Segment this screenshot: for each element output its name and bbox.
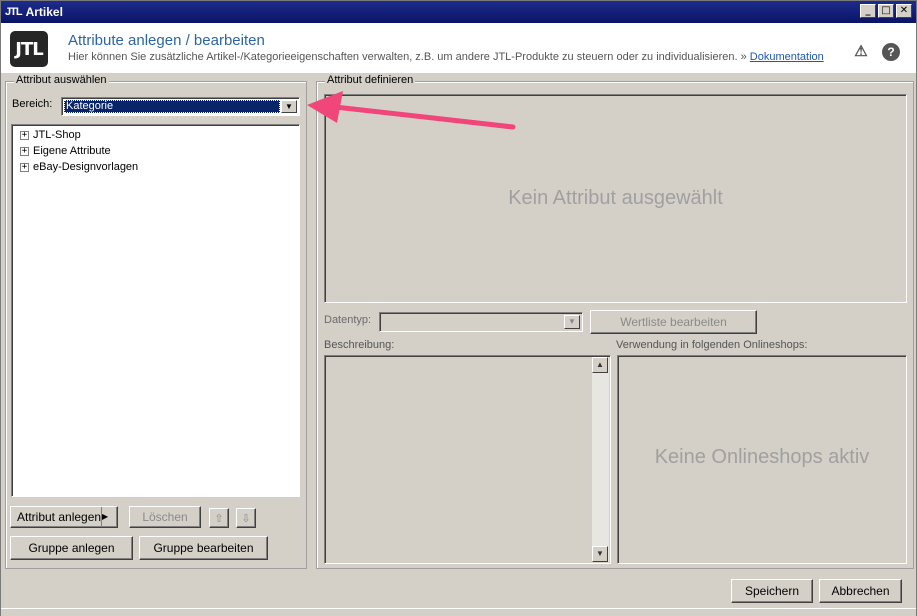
shops-label: Verwendung in folgenden Onlineshops: [616,339,808,351]
warning-icon[interactable]: ⚠ [852,43,870,61]
scroll-down-icon[interactable]: ▼ [592,546,608,562]
subtitle-text: Hier können Sie zusätzliche Artikel-/Kat… [68,51,747,63]
expand-icon[interactable]: + [20,146,29,156]
dropdown-arrow-icon[interactable]: ▶ [101,507,117,527]
shops-empty-text: Keine Onlineshops aktiv [654,446,870,468]
page-title: Attribute anlegen / bearbeiten [68,32,265,49]
move-up-button[interactable]: ⇧ [209,508,229,528]
maximize-button[interactable]: □ [878,4,894,18]
tree-item-label: eBay-Designvorlagen [33,161,139,173]
shops-list[interactable]: Keine Onlineshops aktiv [617,355,907,564]
datatype-label: Datentyp: [324,314,372,326]
description-scrollbar[interactable]: ▲ ▼ [592,357,609,562]
attribute-select-group: Attribut auswählen Bereich: Kategorie ▼ … [5,74,307,569]
description-textarea[interactable]: ▲ ▼ [324,355,611,564]
description-label: Beschreibung: [324,339,395,351]
tree-item-jtl-shop[interactable]: + JTL-Shop [20,128,81,142]
window-controls: _ □ ✕ [860,4,912,18]
chevron-down-icon[interactable]: ▼ [564,315,580,329]
minimize-button[interactable]: _ [860,4,876,18]
tree-item-eigene-attribute[interactable]: + Eigene Attribute [20,144,111,158]
tree-item-ebay-designvorlagen[interactable]: + eBay-Designvorlagen [20,160,138,174]
help-icon[interactable]: ? [882,43,900,61]
delete-button[interactable]: Löschen [129,506,201,528]
annotation-arrow-icon [307,91,516,130]
close-button[interactable]: ✕ [896,4,912,18]
scroll-up-icon[interactable]: ▲ [592,357,608,373]
attribute-define-group-label: Attribut definieren [325,74,416,86]
expand-icon[interactable]: + [20,162,29,172]
attribute-define-group: Attribut definieren Kein Attribut ausgew… [316,74,914,569]
jtl-logo-icon: JTL [10,31,48,67]
expand-icon[interactable]: + [20,130,29,140]
scope-selected-value: Kategorie [64,100,280,113]
documentation-link[interactable]: Dokumentation [750,51,824,63]
page-subtitle: Hier können Sie zusätzliche Artikel-/Kat… [68,51,824,63]
tree-item-label: Eigene Attribute [33,145,111,157]
create-group-button[interactable]: Gruppe anlegen [10,536,133,560]
create-attribute-button[interactable]: Attribut anlegen ▶ [10,506,118,528]
empty-state-text: Kein Attribut ausgewählt [508,187,723,209]
scope-label: Bereich: [12,98,53,110]
status-strip [1,608,916,616]
cancel-button[interactable]: Abbrechen [819,579,902,603]
title-bar[interactable]: JTL Artikel _ □ ✕ [1,1,916,23]
save-button[interactable]: Speichern [731,579,813,603]
app-logo-icon: JTL [5,6,23,18]
artikel-window: JTL Artikel _ □ ✕ JTL Attribute anlegen … [0,0,917,616]
attribute-tree[interactable]: + JTL-Shop + Eigene Attribute + eBay-Des… [11,124,300,497]
attribute-select-group-label: Attribut auswählen [14,74,109,86]
create-attribute-label: Attribut anlegen [17,510,102,524]
move-down-button[interactable]: ⇩ [236,508,256,528]
datatype-value [382,315,563,329]
scope-select[interactable]: Kategorie ▼ [61,97,300,116]
edit-value-list-button[interactable]: Wertliste bearbeiten [590,310,757,334]
window-title: Artikel [25,5,63,19]
edit-group-button[interactable]: Gruppe bearbeiten [139,536,268,560]
page-header: JTL Attribute anlegen / bearbeiten Hier … [1,23,916,73]
tree-item-label: JTL-Shop [33,129,81,141]
datatype-select[interactable]: ▼ [379,312,583,332]
chevron-down-icon[interactable]: ▼ [281,100,297,113]
